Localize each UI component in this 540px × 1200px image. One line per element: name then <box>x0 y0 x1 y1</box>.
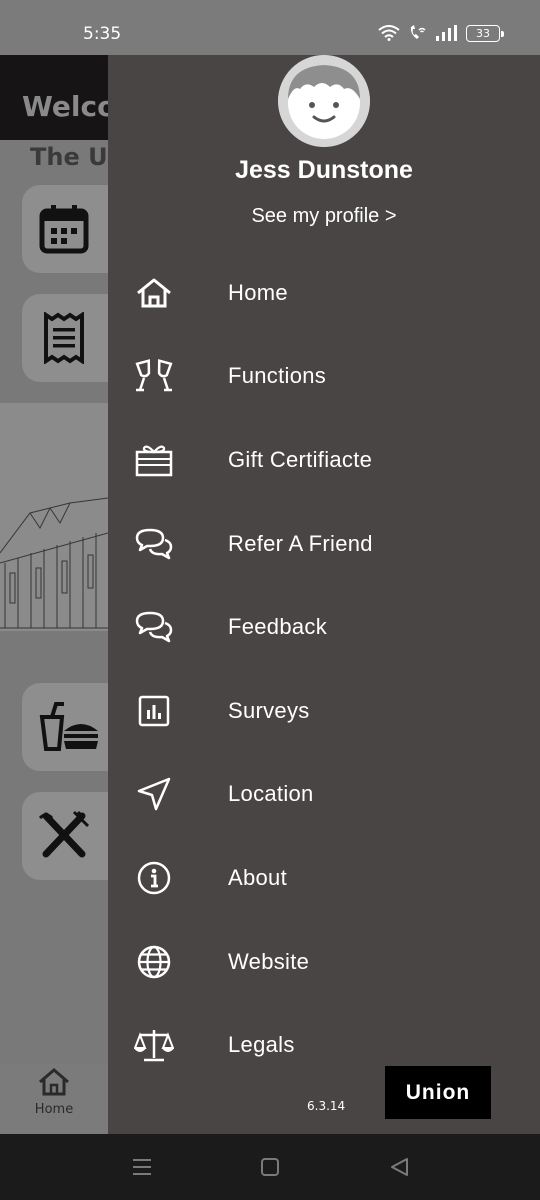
takeaway-icon <box>39 702 98 751</box>
menu-item-label: Gift Certifiacte <box>228 446 373 472</box>
menu-item-label: Surveys <box>228 697 310 723</box>
menu-item-label: Refer A Friend <box>228 530 373 556</box>
receipt-icon <box>44 312 84 364</box>
system-navigation-bar <box>0 1134 540 1200</box>
avatar[interactable] <box>278 55 370 147</box>
brand-logo-text: Union <box>405 1080 471 1104</box>
status-time: 5:35 <box>83 24 122 44</box>
nav-home[interactable]: Home <box>30 1068 78 1117</box>
menu-item-website[interactable]: Website <box>108 920 540 1004</box>
calendar-icon <box>39 205 89 254</box>
globe-icon <box>134 942 174 982</box>
drawer-menu: Home Functions Gift Certifiacte Refer A … <box>108 251 540 1087</box>
bar-chart-icon <box>134 691 174 731</box>
chat-bubbles-icon <box>134 524 174 564</box>
recent-apps-icon[interactable] <box>130 1155 154 1179</box>
menu-item-label: Feedback <box>228 614 328 640</box>
status-bar: 5:35 33 <box>0 0 540 55</box>
menu-item-label: Home <box>228 279 288 305</box>
building-sketch <box>0 497 109 629</box>
avatar-face-icon <box>278 55 370 147</box>
info-icon <box>134 858 174 898</box>
welcome-title: Welco <box>22 90 117 123</box>
nav-home-label: Home <box>34 1102 74 1117</box>
menu-item-functions[interactable]: Functions <box>108 335 540 419</box>
menu-item-home[interactable]: Home <box>108 251 540 335</box>
menu-item-label: Legals <box>228 1032 295 1058</box>
battery-icon: 33 <box>466 24 504 42</box>
wifi-calling-icon <box>410 25 426 39</box>
menu-item-surveys[interactable]: Surveys <box>108 669 540 753</box>
navigation-drawer: Jess Dunstone See my profile > Home Func… <box>108 55 540 1134</box>
menu-item-refer-a-friend[interactable]: Refer A Friend <box>108 502 540 586</box>
chat-bubbles-icon <box>134 607 174 647</box>
scales-icon <box>134 1025 174 1065</box>
signal-icon <box>436 25 457 41</box>
utensils-icon <box>38 810 90 858</box>
menu-item-gift-certificate[interactable]: Gift Certifiacte <box>108 418 540 502</box>
menu-item-label: Website <box>228 948 310 974</box>
menu-item-label: Functions <box>228 363 327 389</box>
navigation-arrow-icon <box>134 774 174 814</box>
battery-level: 33 <box>476 26 490 40</box>
wifi-icon <box>378 25 400 41</box>
brand-logo: Union <box>385 1066 491 1119</box>
back-icon[interactable] <box>387 1155 411 1179</box>
venue-title: The U <box>30 143 108 171</box>
gift-icon <box>134 440 174 480</box>
menu-item-location[interactable]: Location <box>108 753 540 837</box>
see-profile-link[interactable]: See my profile > <box>108 205 540 228</box>
app-version: 6.3.14 <box>307 1099 346 1113</box>
user-name: Jess Dunstone <box>235 156 413 184</box>
menu-item-label: About <box>228 864 287 890</box>
home-icon <box>134 273 174 313</box>
menu-item-label: Location <box>228 781 314 807</box>
menu-item-feedback[interactable]: Feedback <box>108 585 540 669</box>
home-icon <box>39 1068 69 1096</box>
status-icons: 33 <box>378 24 504 42</box>
menu-item-about[interactable]: About <box>108 836 540 920</box>
home-button-icon[interactable] <box>258 1155 282 1179</box>
cheers-glasses-icon <box>134 356 174 396</box>
